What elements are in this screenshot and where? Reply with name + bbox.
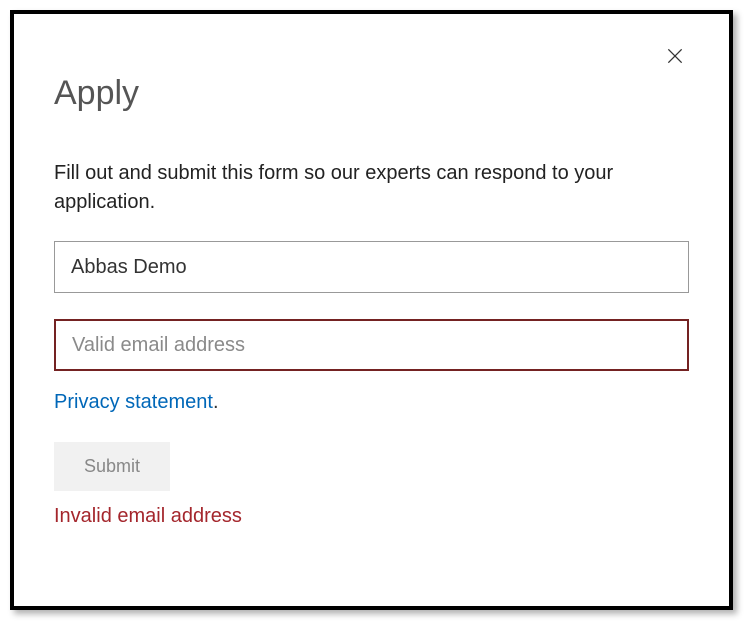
privacy-period: . [213, 391, 219, 413]
close-button[interactable] [661, 42, 689, 73]
apply-dialog: Apply Fill out and submit this form so o… [10, 10, 733, 610]
error-message: Invalid email address [54, 505, 689, 528]
email-input[interactable] [54, 319, 689, 371]
close-icon [665, 54, 685, 69]
privacy-line: Privacy statement. [54, 391, 689, 414]
dialog-title: Apply [54, 74, 689, 113]
submit-button[interactable]: Submit [54, 442, 170, 491]
dialog-description: Fill out and submit this form so our exp… [54, 159, 689, 217]
name-input[interactable] [54, 241, 689, 293]
privacy-statement-link[interactable]: Privacy statement [54, 391, 213, 413]
